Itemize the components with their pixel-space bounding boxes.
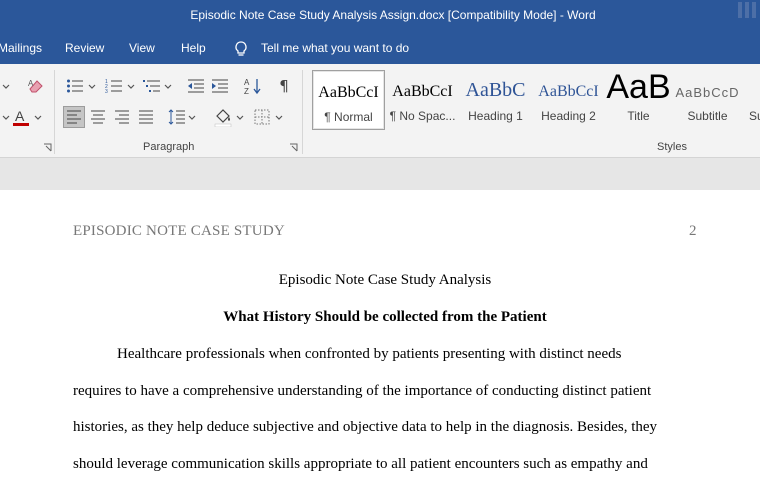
style-sample: AaBbC [465,79,526,101]
svg-text:A: A [28,79,34,88]
styles-group-label: Styles [657,141,687,153]
decrease-indent-button[interactable] [185,75,207,97]
document-page[interactable]: EPISODIC NOTE CASE STUDY 2 Episodic Note… [0,190,760,486]
chevron-down-icon[interactable] [2,84,10,90]
align-left-button[interactable] [63,106,85,128]
section-heading: What History Should be collected from th… [223,309,547,325]
pilcrow-icon: ¶ [279,76,289,95]
align-center-icon [91,110,105,124]
font-color-button[interactable]: A [10,106,32,128]
style-name: Heading 1 [468,109,523,123]
justify-icon [139,110,153,124]
ribbon-tabs: Mailings Review View Help Tell me what y… [0,34,760,64]
svg-text:Z: Z [244,87,249,95]
title-bar: Episodic Note Case Study Analysis Assign… [0,0,760,34]
style-name: Su [749,109,760,123]
line-spacing-icon [168,109,185,125]
group-separator [302,70,303,154]
bullets-button[interactable] [64,75,86,97]
tab-review[interactable]: Review [65,41,104,55]
running-head: EPISODIC NOTE CASE STUDY [73,223,285,239]
tab-mailings[interactable]: Mailings [0,41,42,55]
borders-icon [254,109,270,125]
dialog-launcher-icon[interactable] [43,143,52,152]
style-sample: AaBbCcD [675,85,740,100]
tab-help[interactable]: Help [181,41,206,55]
decrease-indent-icon [188,79,204,93]
style-heading-2[interactable]: AaBbCcI Heading 2 [532,70,605,130]
align-right-button[interactable] [111,106,133,128]
body-text-line: requires to have a comprehensive underst… [73,383,652,399]
clear-formatting-button[interactable]: A [25,75,47,97]
sort-button[interactable]: A Z [242,75,264,97]
document-title: Episodic Note Case Study Analysis [278,272,492,288]
style-name: ¶ Normal [324,110,373,124]
style-sample: AaB [606,70,671,106]
ribbon: A A 1 2 3 A Z ¶ Paragraph AaBbCcI ¶ Norm… [0,64,760,158]
style-sample: AaBbCcI [318,84,379,101]
svg-text:A: A [244,78,250,87]
sort-az-icon: A Z [244,78,261,95]
align-left-icon [67,110,81,124]
lightbulb-icon[interactable] [233,40,249,58]
window-title: Episodic Note Case Study Analysis Assign… [190,8,596,22]
style-name: Heading 2 [541,109,596,123]
group-separator [54,70,55,154]
body-text-line: should leverage communication skills app… [73,456,648,472]
body-text-line: Healthcare professionals when confronted… [117,346,622,362]
paint-bucket-icon [214,109,232,127]
svg-text:3: 3 [105,89,108,94]
chevron-down-icon[interactable] [88,84,96,90]
tell-me-search[interactable]: Tell me what you want to do [261,41,409,55]
chevron-down-icon[interactable] [275,115,283,121]
style-name: ¶ No Spac... [389,109,456,123]
style-heading-1[interactable]: AaBbC Heading 1 [459,70,532,130]
style-name: Title [627,109,650,123]
style-no-spacing[interactable]: AaBbCcI ¶ No Spac... [386,70,459,130]
shading-button[interactable] [212,106,234,128]
chevron-down-icon[interactable] [127,84,135,90]
chevron-down-icon[interactable] [188,115,196,121]
tab-view[interactable]: View [129,41,155,55]
chevron-down-icon[interactable] [164,84,172,90]
numbering-button[interactable]: 1 2 3 [103,75,125,97]
align-center-button[interactable] [87,106,109,128]
justify-button[interactable] [135,106,157,128]
multilevel-list-button[interactable] [141,75,163,97]
chevron-down-icon[interactable] [2,115,10,121]
borders-button[interactable] [251,106,273,128]
paragraph-group-label: Paragraph [143,141,195,153]
line-spacing-button[interactable] [166,106,188,128]
page-number: 2 [689,223,697,239]
font-color-icon: A [13,108,29,126]
body-text-line: histories, as they help deduce subjectiv… [73,419,658,435]
styles-gallery: AaBbCcI ¶ Normal AaBbCcI ¶ No Spac... Aa… [310,70,760,132]
style-name: Subtitle [687,109,728,123]
style-subtle[interactable]: Su [744,70,760,130]
chevron-down-icon[interactable] [236,115,244,121]
svg-text:A: A [15,108,25,124]
align-right-icon [115,110,129,124]
style-normal[interactable]: AaBbCcI ¶ Normal [312,70,385,130]
eraser-icon: A [28,79,43,93]
document-canvas-background [0,158,760,190]
window-controls[interactable] [736,0,760,26]
style-sample: AaBbCcI [392,83,453,100]
bullet-list-icon [67,79,83,93]
style-title[interactable]: AaB Title [602,70,675,130]
increase-indent-icon [212,79,228,93]
increase-indent-button[interactable] [209,75,231,97]
style-sample: AaBbCcI [538,83,599,100]
multilevel-list-icon [143,80,160,92]
numbered-list-icon: 1 2 3 [105,79,122,94]
show-formatting-marks-button[interactable]: ¶ [273,75,295,97]
style-subtitle[interactable]: AaBbCcD Subtitle [671,70,744,130]
chevron-down-icon[interactable] [34,115,42,121]
dialog-launcher-icon[interactable] [289,143,298,152]
